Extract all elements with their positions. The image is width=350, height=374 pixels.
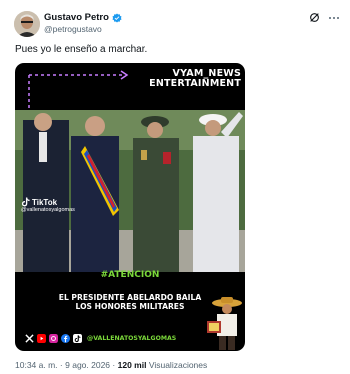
x-icon xyxy=(25,334,34,343)
social-handle: @VALLENATOSYALGOMAS xyxy=(87,335,177,342)
more-options-icon[interactable] xyxy=(328,13,340,23)
facebook-icon xyxy=(61,334,70,343)
youtube-icon xyxy=(37,334,46,343)
instagram-icon xyxy=(49,334,58,343)
post-date[interactable]: 9 ago. 2026 xyxy=(65,360,110,370)
post-time[interactable]: 10:34 a. m. xyxy=(15,360,58,370)
grok-icon[interactable] xyxy=(309,12,320,23)
author-handle[interactable]: @petrogustavo xyxy=(44,24,102,34)
post-metadata: 10:34 a. m. · 9 ago. 2026 · 120 mil Visu… xyxy=(15,360,207,370)
video-frame-image xyxy=(15,110,245,272)
post-text: Pues yo le enseño a marchar. xyxy=(15,44,148,55)
verified-badge-icon xyxy=(112,12,122,23)
tiktok-logo-icon xyxy=(21,197,30,207)
views-count: 120 mil xyxy=(117,360,147,370)
hashtag-caption: #ATENCION xyxy=(100,270,160,280)
avatar[interactable] xyxy=(14,11,40,37)
meta-separator: · xyxy=(59,360,63,370)
tiktok-icon xyxy=(73,334,82,343)
avatar-image xyxy=(14,11,40,37)
views-label: Visualizaciones xyxy=(148,360,208,370)
tiktok-label: TikTok xyxy=(32,197,58,207)
tiktok-handle: @vallenatosyalgomas xyxy=(21,207,75,213)
video-player[interactable]: VYAM_NEWS ENTERTAINMENT TikTok @vallenat… xyxy=(15,63,245,351)
author-name-row: Gustavo Petro xyxy=(44,12,122,23)
tiktok-watermark: TikTok xyxy=(21,197,57,207)
accordion-player-graphic xyxy=(207,297,242,350)
meta-separator-2: · xyxy=(112,360,116,370)
social-links-row: @VALLENATOSYALGOMAS xyxy=(25,334,176,343)
author-name[interactable]: Gustavo Petro xyxy=(44,12,109,23)
tweet: Gustavo Petro @petrogustavo Pues yo le e… xyxy=(0,0,350,374)
